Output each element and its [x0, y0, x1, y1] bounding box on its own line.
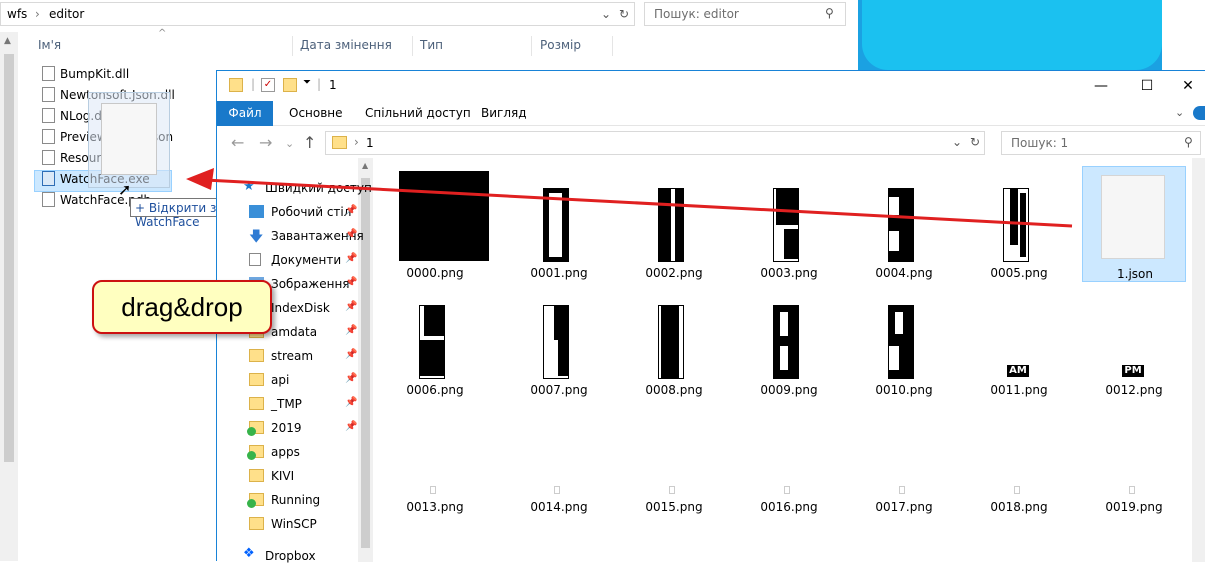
arrow-head-icon [186, 168, 214, 190]
drag-drop-callout: drag&drop [92, 280, 272, 334]
arrow-line [204, 178, 1073, 228]
callout-text: drag&drop [121, 292, 243, 322]
